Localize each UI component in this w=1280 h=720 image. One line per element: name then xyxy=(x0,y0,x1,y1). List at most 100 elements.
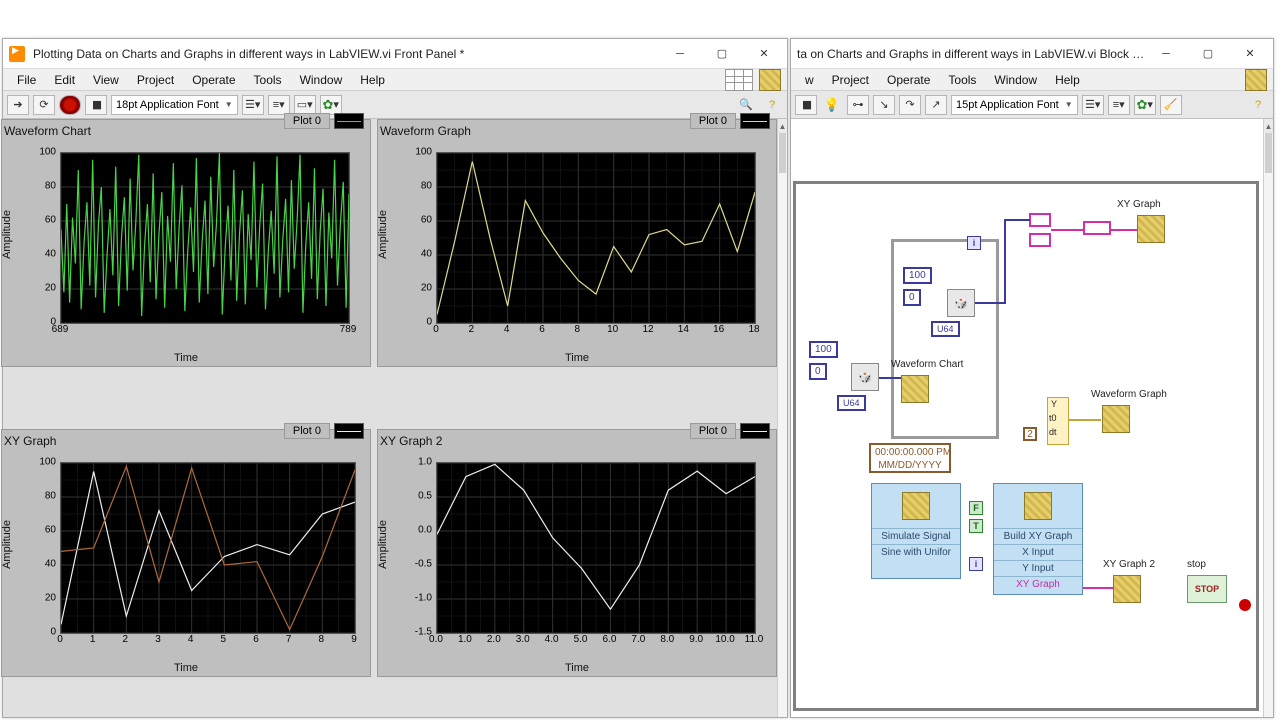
close-button[interactable]: ✕ xyxy=(1229,40,1271,68)
timestamp-constant[interactable]: 00:00:00.000 PM MM/DD/YYYY xyxy=(869,443,951,473)
xy-graph-2-plot[interactable] xyxy=(436,462,756,634)
waveform-chart-plot[interactable] xyxy=(60,152,350,324)
font-selector[interactable]: 18pt Application Font ▼ xyxy=(111,95,238,115)
build-xy-graph-express-vi[interactable]: Build XY Graph X Input Y Input XY Graph xyxy=(993,483,1083,595)
build-array-node[interactable] xyxy=(1083,221,1111,235)
menu-project[interactable]: Project xyxy=(129,71,182,89)
abort-button[interactable] xyxy=(59,95,81,115)
waveform-chart-legend[interactable]: Plot 0 xyxy=(284,113,364,129)
numeric-constant-0[interactable]: 0 xyxy=(809,363,827,380)
vi-icon[interactable] xyxy=(1245,69,1267,91)
step-out-button[interactable]: ↗ xyxy=(925,95,947,115)
boolean-constant-t[interactable]: T xyxy=(969,519,983,533)
numeric-constant-100[interactable]: 100 xyxy=(903,267,932,284)
fp-vertical-scrollbar[interactable]: ▲ xyxy=(777,119,787,717)
cleanup-diagram-button[interactable]: 🧹 xyxy=(1160,95,1182,115)
highlight-execution-button[interactable]: 💡 xyxy=(821,95,843,115)
simulate-signal-express-vi[interactable]: Simulate Signal Sine with Unifor xyxy=(871,483,961,579)
close-button[interactable]: ✕ xyxy=(743,40,785,68)
while-loop[interactable] xyxy=(793,181,1259,711)
legend-label: Plot 0 xyxy=(284,423,330,439)
xy-graph-2-terminal-icon[interactable] xyxy=(1113,575,1141,603)
loop-iteration-terminal[interactable]: i xyxy=(969,557,983,571)
scroll-up-icon[interactable]: ▲ xyxy=(1264,119,1273,133)
numeric-constant-100[interactable]: 100 xyxy=(809,341,838,358)
pause-button[interactable]: ▮▮ xyxy=(795,95,817,115)
xy-graph-terminal-icon[interactable] xyxy=(1137,215,1165,243)
maximize-button[interactable]: ▢ xyxy=(701,40,743,68)
waveform-graph-pane[interactable]: Waveform Graph Plot 0 Amplitude 02040608… xyxy=(377,119,777,367)
step-into-button[interactable]: ↘ xyxy=(873,95,895,115)
reorder-button[interactable]: ✿▾ xyxy=(1134,95,1156,115)
waveform-chart-label: Waveform Chart xyxy=(891,359,963,370)
menu-tools[interactable]: Tools xyxy=(246,71,290,89)
step-over-button[interactable]: ↷ xyxy=(899,95,921,115)
menu-project[interactable]: Project xyxy=(824,71,877,89)
vi-icon[interactable] xyxy=(759,69,781,91)
menu-operate[interactable]: Operate xyxy=(879,71,938,89)
menu-view-partial[interactable]: w xyxy=(797,71,822,89)
distribute-objects-button[interactable]: ≡▾ xyxy=(1108,95,1130,115)
font-selector[interactable]: 15pt Application Font ▼ xyxy=(951,95,1078,115)
menu-help[interactable]: Help xyxy=(1047,71,1088,89)
numeric-constant-2[interactable]: 2 xyxy=(1023,427,1037,441)
font-selector-text: 18pt Application Font xyxy=(116,99,219,111)
distribute-objects-button[interactable]: ≡▾ xyxy=(268,95,290,115)
context-help-button[interactable]: ? xyxy=(1247,95,1269,115)
xy-graph-plot[interactable] xyxy=(60,462,356,634)
search-button[interactable]: 🔍 xyxy=(735,95,757,115)
representation-u64[interactable]: U64 xyxy=(931,321,960,337)
block-diagram-canvas[interactable]: XY Graph i 100 0 🎲 U64 100 0 🎲 U64 Wavef… xyxy=(791,119,1263,717)
fp-titlebar[interactable]: Plotting Data on Charts and Graphs in di… xyxy=(3,39,787,69)
maximize-button[interactable]: ▢ xyxy=(1187,40,1229,68)
waveform-chart-terminal-icon[interactable] xyxy=(901,375,929,403)
scroll-up-icon[interactable]: ▲ xyxy=(778,119,787,133)
minimize-button[interactable]: ─ xyxy=(1145,40,1187,68)
menu-window[interactable]: Window xyxy=(292,71,351,89)
xy-graph-pane[interactable]: XY Graph Plot 0 Amplitude 020406080100 0… xyxy=(1,429,371,677)
waveform-graph-terminal-icon[interactable] xyxy=(1102,405,1130,433)
xy-graph-2-legend[interactable]: Plot 0 xyxy=(690,423,770,439)
menu-operate[interactable]: Operate xyxy=(184,71,243,89)
align-objects-button[interactable]: ☰▾ xyxy=(242,95,264,115)
bundle-node[interactable] xyxy=(1029,213,1051,227)
numeric-constant-0[interactable]: 0 xyxy=(903,289,921,306)
menu-edit[interactable]: Edit xyxy=(46,71,83,89)
context-help-button[interactable]: ? xyxy=(761,95,783,115)
bundle-node[interactable] xyxy=(1029,233,1051,247)
random-number-node[interactable]: 🎲 xyxy=(851,363,879,391)
xy-graph-2-pane[interactable]: XY Graph 2 Plot 0 Amplitude -1.5-1.0-0.5… xyxy=(377,429,777,677)
block-diagram-window: ta on Charts and Graphs in different way… xyxy=(790,38,1274,718)
waveform-graph-legend[interactable]: Plot 0 xyxy=(690,113,770,129)
bd-vertical-scrollbar[interactable]: ▲ xyxy=(1263,119,1273,717)
menu-view[interactable]: View xyxy=(85,71,127,89)
run-continuously-button[interactable]: ⟳ xyxy=(33,95,55,115)
representation-u64[interactable]: U64 xyxy=(837,395,866,411)
menu-file[interactable]: File xyxy=(9,71,44,89)
run-button[interactable]: ➔ xyxy=(7,95,29,115)
align-objects-button[interactable]: ☰▾ xyxy=(1082,95,1104,115)
menu-window[interactable]: Window xyxy=(986,71,1045,89)
pause-button[interactable]: ▮▮ xyxy=(85,95,107,115)
waveform-graph-plot[interactable] xyxy=(436,152,756,324)
scroll-thumb[interactable] xyxy=(1265,133,1272,173)
menu-tools[interactable]: Tools xyxy=(940,71,984,89)
loop-condition-terminal[interactable] xyxy=(1239,599,1251,611)
boolean-constant-f[interactable]: F xyxy=(969,501,983,515)
alignment-grid-icon[interactable] xyxy=(725,69,753,91)
retain-wire-values-button[interactable]: ⊶ xyxy=(847,95,869,115)
bd-titlebar[interactable]: ta on Charts and Graphs in different way… xyxy=(791,39,1273,69)
waveform-chart-pane[interactable]: Waveform Chart Plot 0 Amplitude 02040608… xyxy=(1,119,371,367)
reorder-button[interactable]: ✿▾ xyxy=(320,95,342,115)
stop-button-terminal[interactable]: STOP xyxy=(1187,575,1227,603)
resize-objects-button[interactable]: ▭▾ xyxy=(294,95,316,115)
xy-graph-legend[interactable]: Plot 0 xyxy=(284,423,364,439)
waveform-chart-title: Waveform Chart xyxy=(4,124,91,138)
fp-client-area: Waveform Chart Plot 0 Amplitude 02040608… xyxy=(3,119,787,717)
menu-help[interactable]: Help xyxy=(352,71,393,89)
minimize-button[interactable]: ─ xyxy=(659,40,701,68)
random-number-node[interactable]: 🎲 xyxy=(947,289,975,317)
scroll-thumb[interactable] xyxy=(779,133,786,173)
loop-iteration-terminal[interactable]: i xyxy=(967,236,981,250)
legend-label: Plot 0 xyxy=(690,423,736,439)
